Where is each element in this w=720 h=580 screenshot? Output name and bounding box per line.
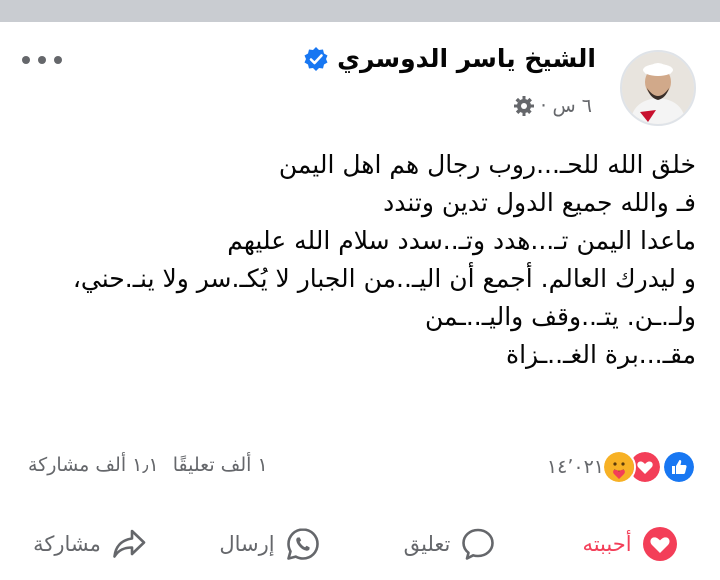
like-reaction-icon bbox=[662, 450, 696, 484]
comment-icon bbox=[462, 528, 495, 560]
verified-badge-icon bbox=[304, 46, 328, 71]
post-timestamp[interactable]: ٦ س bbox=[553, 95, 592, 117]
comments-count[interactable]: ١ ألف تعليقًا bbox=[173, 454, 268, 476]
like-button[interactable]: أحببته bbox=[540, 518, 720, 570]
send-button[interactable]: إرسال bbox=[180, 518, 360, 570]
more-dot bbox=[22, 56, 30, 64]
post-meta: ٦ س · bbox=[513, 95, 592, 117]
reactions-summary[interactable]: ١٤٬٠٢١ bbox=[547, 450, 696, 484]
action-bar: أحببته تعليق إرسال مشاركة bbox=[0, 518, 720, 570]
author-header: الشيخ ياسر الدوسري bbox=[303, 44, 596, 73]
love-reaction-icon bbox=[642, 527, 677, 561]
comment-label: تعليق bbox=[403, 532, 451, 556]
post-line: ولـ.ـن. يتـ..وقف واليـ..ـمن bbox=[425, 302, 696, 331]
post-stats: ١ ألف تعليقًا ١٫١ ألف مشاركة bbox=[28, 454, 268, 476]
more-dot bbox=[38, 56, 46, 64]
post-line: خلق الله للحـ...روب رجال هم اهل اليمن bbox=[278, 150, 696, 179]
meta-separator: · bbox=[540, 95, 547, 117]
like-label: أحببته bbox=[582, 532, 632, 556]
care-reaction-icon bbox=[602, 450, 636, 484]
top-divider-bar bbox=[0, 0, 720, 22]
more-dot bbox=[54, 56, 62, 64]
comment-button[interactable]: تعليق bbox=[360, 518, 540, 570]
shares-count[interactable]: ١٫١ ألف مشاركة bbox=[28, 454, 159, 476]
avatar-image bbox=[622, 52, 694, 124]
author-avatar[interactable] bbox=[620, 50, 696, 126]
post-line: و ليدرك العالم. أجمع أن اليـ..من الجبار … bbox=[72, 264, 696, 293]
share-arrow-icon bbox=[113, 529, 146, 558]
settings-gear-icon bbox=[513, 96, 534, 116]
author-name[interactable]: الشيخ ياسر الدوسري bbox=[337, 44, 596, 73]
share-label: مشاركة bbox=[33, 532, 101, 556]
reaction-count: ١٤٬٠٢١ bbox=[546, 456, 604, 478]
send-label: إرسال bbox=[219, 532, 275, 556]
post-text: خلق الله للحـ...روب رجال هم اهل اليمن فـ… bbox=[16, 146, 696, 374]
more-options-icon[interactable] bbox=[22, 48, 62, 72]
whatsapp-icon bbox=[286, 528, 319, 560]
share-button[interactable]: مشاركة bbox=[0, 518, 180, 570]
post-line: مقـ...برة الغـ..ـزاة bbox=[505, 340, 696, 369]
reaction-icons bbox=[602, 450, 696, 484]
post-line: فـ والله جميع الدول تدين وتندد bbox=[383, 188, 696, 217]
post-line: ماعدا اليمن تـ...هدد وتـ..سدد سلام الله … bbox=[227, 226, 696, 255]
